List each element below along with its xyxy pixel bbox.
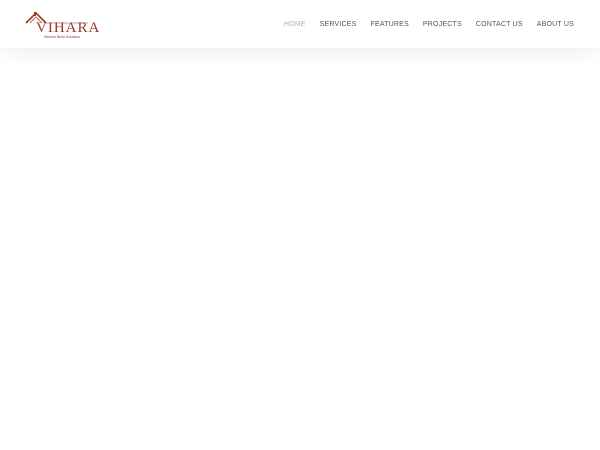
nav-item-services[interactable]: SERVICES (320, 21, 357, 28)
main-nav: HOME SERVICES FEATURES PROJECTS CONTACT … (284, 0, 574, 48)
brand-name: VIHARA (36, 20, 101, 36)
nav-item-projects[interactable]: PROJECTS (423, 21, 462, 28)
nav-item-about-us[interactable]: ABOUT US (537, 21, 574, 28)
brand-tagline: Weaver Build Solutions (44, 35, 81, 39)
nav-item-contact-us[interactable]: CONTACT US (476, 21, 523, 28)
nav-item-home[interactable]: HOME (284, 21, 306, 28)
site-header: VIHARA Weaver Build Solutions HOME SERVI… (0, 0, 600, 48)
page: VIHARA Weaver Build Solutions HOME SERVI… (0, 0, 600, 450)
main-content (0, 48, 600, 450)
brand-logo[interactable]: VIHARA Weaver Build Solutions (22, 9, 99, 41)
nav-item-features[interactable]: FEATURES (371, 21, 409, 28)
